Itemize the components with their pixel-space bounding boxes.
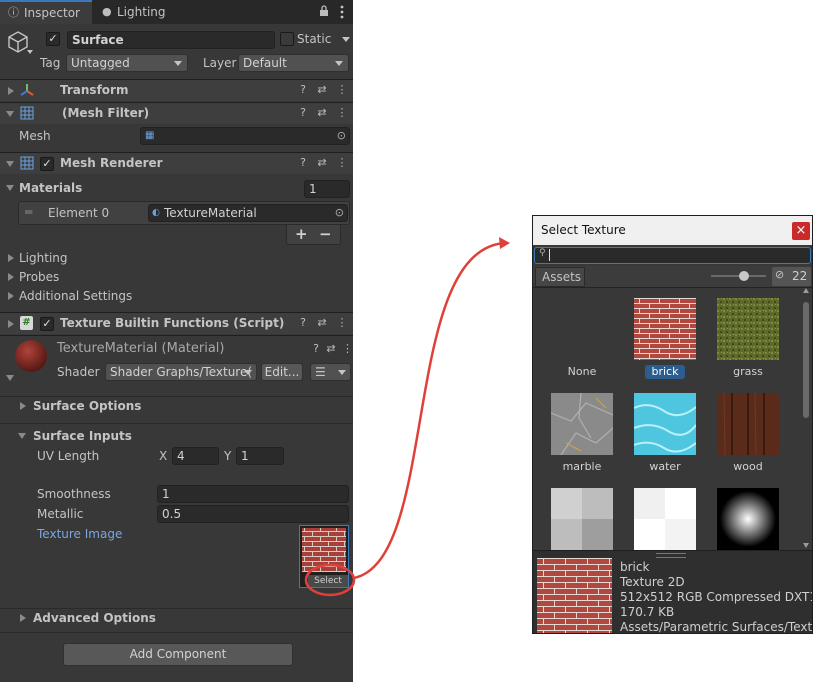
details-name: brick [620, 560, 650, 574]
picker-title: Select Texture [541, 223, 626, 237]
close-button[interactable]: × [792, 222, 810, 240]
grid-item-label: brick [651, 365, 679, 378]
picker-toolbar: Assets ⊘ 22 [533, 266, 812, 288]
grid-item-label: wood [733, 460, 763, 473]
details-brick-preview [537, 558, 612, 633]
text-cursor [549, 249, 550, 261]
texture-details-panel: brick Texture 2D 512x512 RGB Compressed … [533, 550, 813, 634]
grid-item-label: grass [733, 365, 763, 378]
grid-item-radial[interactable] [713, 488, 783, 550]
grid-scrollbar[interactable] [801, 288, 811, 550]
search-input[interactable]: ⚲ [534, 247, 811, 264]
search-icon: ⚲ [539, 248, 546, 258]
brick-thumbnail [634, 298, 696, 360]
select-texture-window: Select Texture × ⚲ Assets ⊘ 22 None bric… [532, 215, 813, 634]
wood-thumbnail [717, 393, 779, 455]
hidden-packages-toggle[interactable]: ⊘ 22 [772, 267, 811, 286]
details-type: Texture 2D [620, 575, 685, 589]
hidden-count: 22 [792, 269, 808, 283]
scroll-down-icon[interactable] [803, 543, 809, 548]
grid-item-brick[interactable]: brick [630, 298, 700, 379]
grid-item-marble[interactable]: marble [547, 393, 617, 473]
radial-gradient-thumbnail [717, 488, 779, 550]
grid-item-label: marble [562, 460, 602, 473]
picker-title-bar: Select Texture × [533, 216, 812, 245]
grid-item-water[interactable]: water [630, 393, 700, 473]
grid-item-label: None [567, 365, 597, 378]
details-size: 170.7 KB [620, 605, 675, 619]
marble-thumbnail [551, 393, 613, 455]
grid-item-wood[interactable]: wood [713, 393, 783, 473]
grid-item-checker-gray[interactable] [547, 488, 617, 550]
scroll-thumb[interactable] [803, 302, 809, 418]
resize-handle-icon[interactable] [656, 553, 686, 558]
eye-slash-icon: ⊘ [775, 268, 785, 281]
checker-white-thumbnail [634, 488, 696, 550]
grid-item-none[interactable]: None [547, 288, 617, 378]
assets-tab[interactable]: Assets [535, 267, 585, 287]
callout-arrow [353, 241, 506, 580]
arrow-head-icon [499, 237, 510, 249]
highlight-circle [304, 563, 356, 597]
checker-gray-thumbnail [551, 488, 613, 550]
details-format: 512x512 RGB Compressed DXT1 [620, 590, 813, 604]
grid-item-label: water [649, 460, 681, 473]
grid-item-grass[interactable]: grass [713, 298, 783, 378]
grid-item-checker-white[interactable] [630, 488, 700, 550]
zoom-slider-thumb[interactable] [739, 271, 749, 281]
grass-thumbnail [717, 298, 779, 360]
texture-grid: None brick grass marble water wood [533, 288, 812, 550]
water-thumbnail [634, 393, 696, 455]
scroll-up-icon[interactable] [803, 288, 809, 293]
details-path: Assets/Parametric Surfaces/Text [620, 620, 813, 634]
